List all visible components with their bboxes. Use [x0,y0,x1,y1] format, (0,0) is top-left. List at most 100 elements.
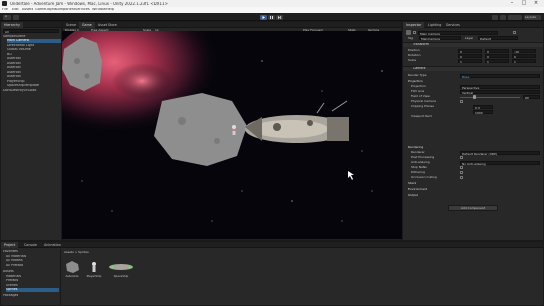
maximize-button[interactable]: □ [518,0,530,7]
tab-hierarchy[interactable]: Hierarchy [1,22,23,28]
menu-file[interactable]: File [2,8,8,12]
fov-slider[interactable] [460,96,520,98]
menu-assets[interactable]: Assets [22,8,33,12]
active-toggle[interactable] [413,31,416,34]
environment-section[interactable]: Environment [408,188,427,191]
hierarchy-panel: Hierarchy All SampleScene Main Camera Di… [0,21,62,241]
tab-services[interactable]: Services [443,22,463,28]
dithering-toggle[interactable] [460,171,463,174]
scale-y-field[interactable]: 1 [485,58,509,64]
layer-label: Layer [465,36,474,40]
window-title: Undertale - Adventure Jam - Windows, Mac… [10,1,168,6]
tree-item[interactable]: Packages [3,294,18,298]
scale-x-field[interactable]: 1 [458,58,482,64]
pos-y-field[interactable]: 0 [485,48,509,53]
dont-destroy-root[interactable]: DontDestroyOnLoad [3,89,61,93]
dithering-label: Dithering [411,171,425,174]
fov-axis-label: FOV Axis [411,90,425,93]
object-name-field[interactable]: Main Camera [418,30,498,36]
object-name: Main Camera [420,31,440,36]
breadcrumb[interactable]: Assets > Sprites [64,251,89,254]
tab-lighting[interactable]: Lighting [425,22,444,28]
proj-label: Projection [411,85,426,88]
search-icon[interactable] [500,14,506,20]
fov-field[interactable]: 60 [523,94,540,99]
menu-help[interactable]: Help [106,8,114,12]
player-thumbnail-icon [92,262,96,272]
scale-y: 1 [487,59,489,64]
pause-icon [270,15,273,19]
proj-dropdown[interactable]: Perspective [460,84,540,89]
scale-label: Scale [408,59,417,62]
stack-section[interactable]: Stack [408,182,416,185]
asset-tile[interactable]: SpaceShip [107,260,135,284]
pos-z-field[interactable]: -10 [512,48,536,53]
projection-section[interactable]: Projection [408,80,423,83]
game-viewport[interactable] [62,31,402,239]
add-component-button[interactable]: Add Component [448,205,498,211]
rot-z-field[interactable]: 0 [512,53,536,58]
render-type-label: Render Type [408,74,427,77]
tag-dropdown[interactable]: MainCamera [419,36,461,41]
close-button[interactable]: × [530,0,542,7]
unity-logo-icon [2,1,7,6]
rendering-section[interactable]: Rendering [408,146,423,149]
fov-slider-handle[interactable] [473,95,476,99]
viewport-rect-label: Viewport Rect [411,115,432,118]
layer-dropdown[interactable]: Default [478,36,518,41]
menu-window[interactable]: Window [92,8,106,12]
near-field[interactable]: 0.3 [473,104,493,109]
tab-console[interactable]: Console [21,242,40,248]
camera-object-icon [406,30,411,35]
rot-y-field[interactable]: 0 [485,53,509,58]
tree-item[interactable]: All Prefabs [6,264,23,268]
tab-inspector[interactable]: Inspector [403,22,425,28]
asset-tile[interactable]: Asteroids [63,260,81,284]
layout-dropdown[interactable]: Layouts [524,14,541,20]
renderer-dropdown[interactable]: Default Renderer (URP) [460,150,540,155]
title-bar: Undertale - Adventure Jam - Windows, Mac… [0,0,544,7]
step-button[interactable] [276,14,283,20]
pos-x-field[interactable]: 0 [458,48,482,53]
far-field[interactable]: 1000 [473,109,493,114]
camera-title: Camera [413,67,426,70]
menu-services[interactable]: Services [75,8,90,12]
scale-x: 1 [460,59,462,64]
render-type-dropdown[interactable]: Base [460,73,540,78]
toolbar: A Layouts [0,13,544,21]
asset-tile[interactable]: PlayerShip [85,260,103,284]
add-component-label: Add Component [460,206,486,210]
layers-dropdown[interactable] [508,14,522,20]
asset-label: PlayerShip [86,275,102,278]
fov-axis-dropdown[interactable]: Vertical [460,89,540,95]
tag-value: MainCamera [421,37,440,41]
fov-axis-value: Vertical [462,90,474,95]
menu-edit[interactable]: Edit [12,8,19,12]
scale-z-field[interactable]: 1 [512,58,536,63]
hierarchy-search[interactable]: All [3,29,59,34]
menu-component[interactable]: Component [55,8,75,12]
project-panel: Project Console Animation Favorites All … [0,241,544,306]
static-toggle[interactable] [513,31,516,34]
stop-nan-toggle[interactable] [460,166,463,169]
occlusion-toggle[interactable] [460,176,463,179]
rot-x-field[interactable]: 0 [458,53,482,58]
pause-button[interactable] [268,14,275,20]
history-icon[interactable] [492,14,498,20]
tag-label: Tag [408,36,414,40]
minimize-button[interactable]: – [506,0,518,7]
transform-title: Transform [413,43,429,46]
inspector-panel: Inspector Lighting Services Main Camera … [402,21,544,241]
hierarchy-tabbar: Hierarchy [1,22,61,28]
play-button[interactable] [260,14,267,20]
cloud-icon[interactable] [13,14,19,20]
aa-dropdown[interactable]: No Anti-aliasing [460,160,540,165]
physical-camera-toggle[interactable] [460,100,463,103]
menu-gameobject[interactable]: GameObject [35,8,57,12]
output-section[interactable]: Output [408,194,418,197]
tab-animation[interactable]: Animation [41,242,64,248]
tab-project[interactable]: Project [1,242,19,248]
pp-toggle[interactable] [460,156,463,159]
account-button[interactable]: A [3,14,11,20]
tree-item[interactable]: Sprites [6,288,59,293]
